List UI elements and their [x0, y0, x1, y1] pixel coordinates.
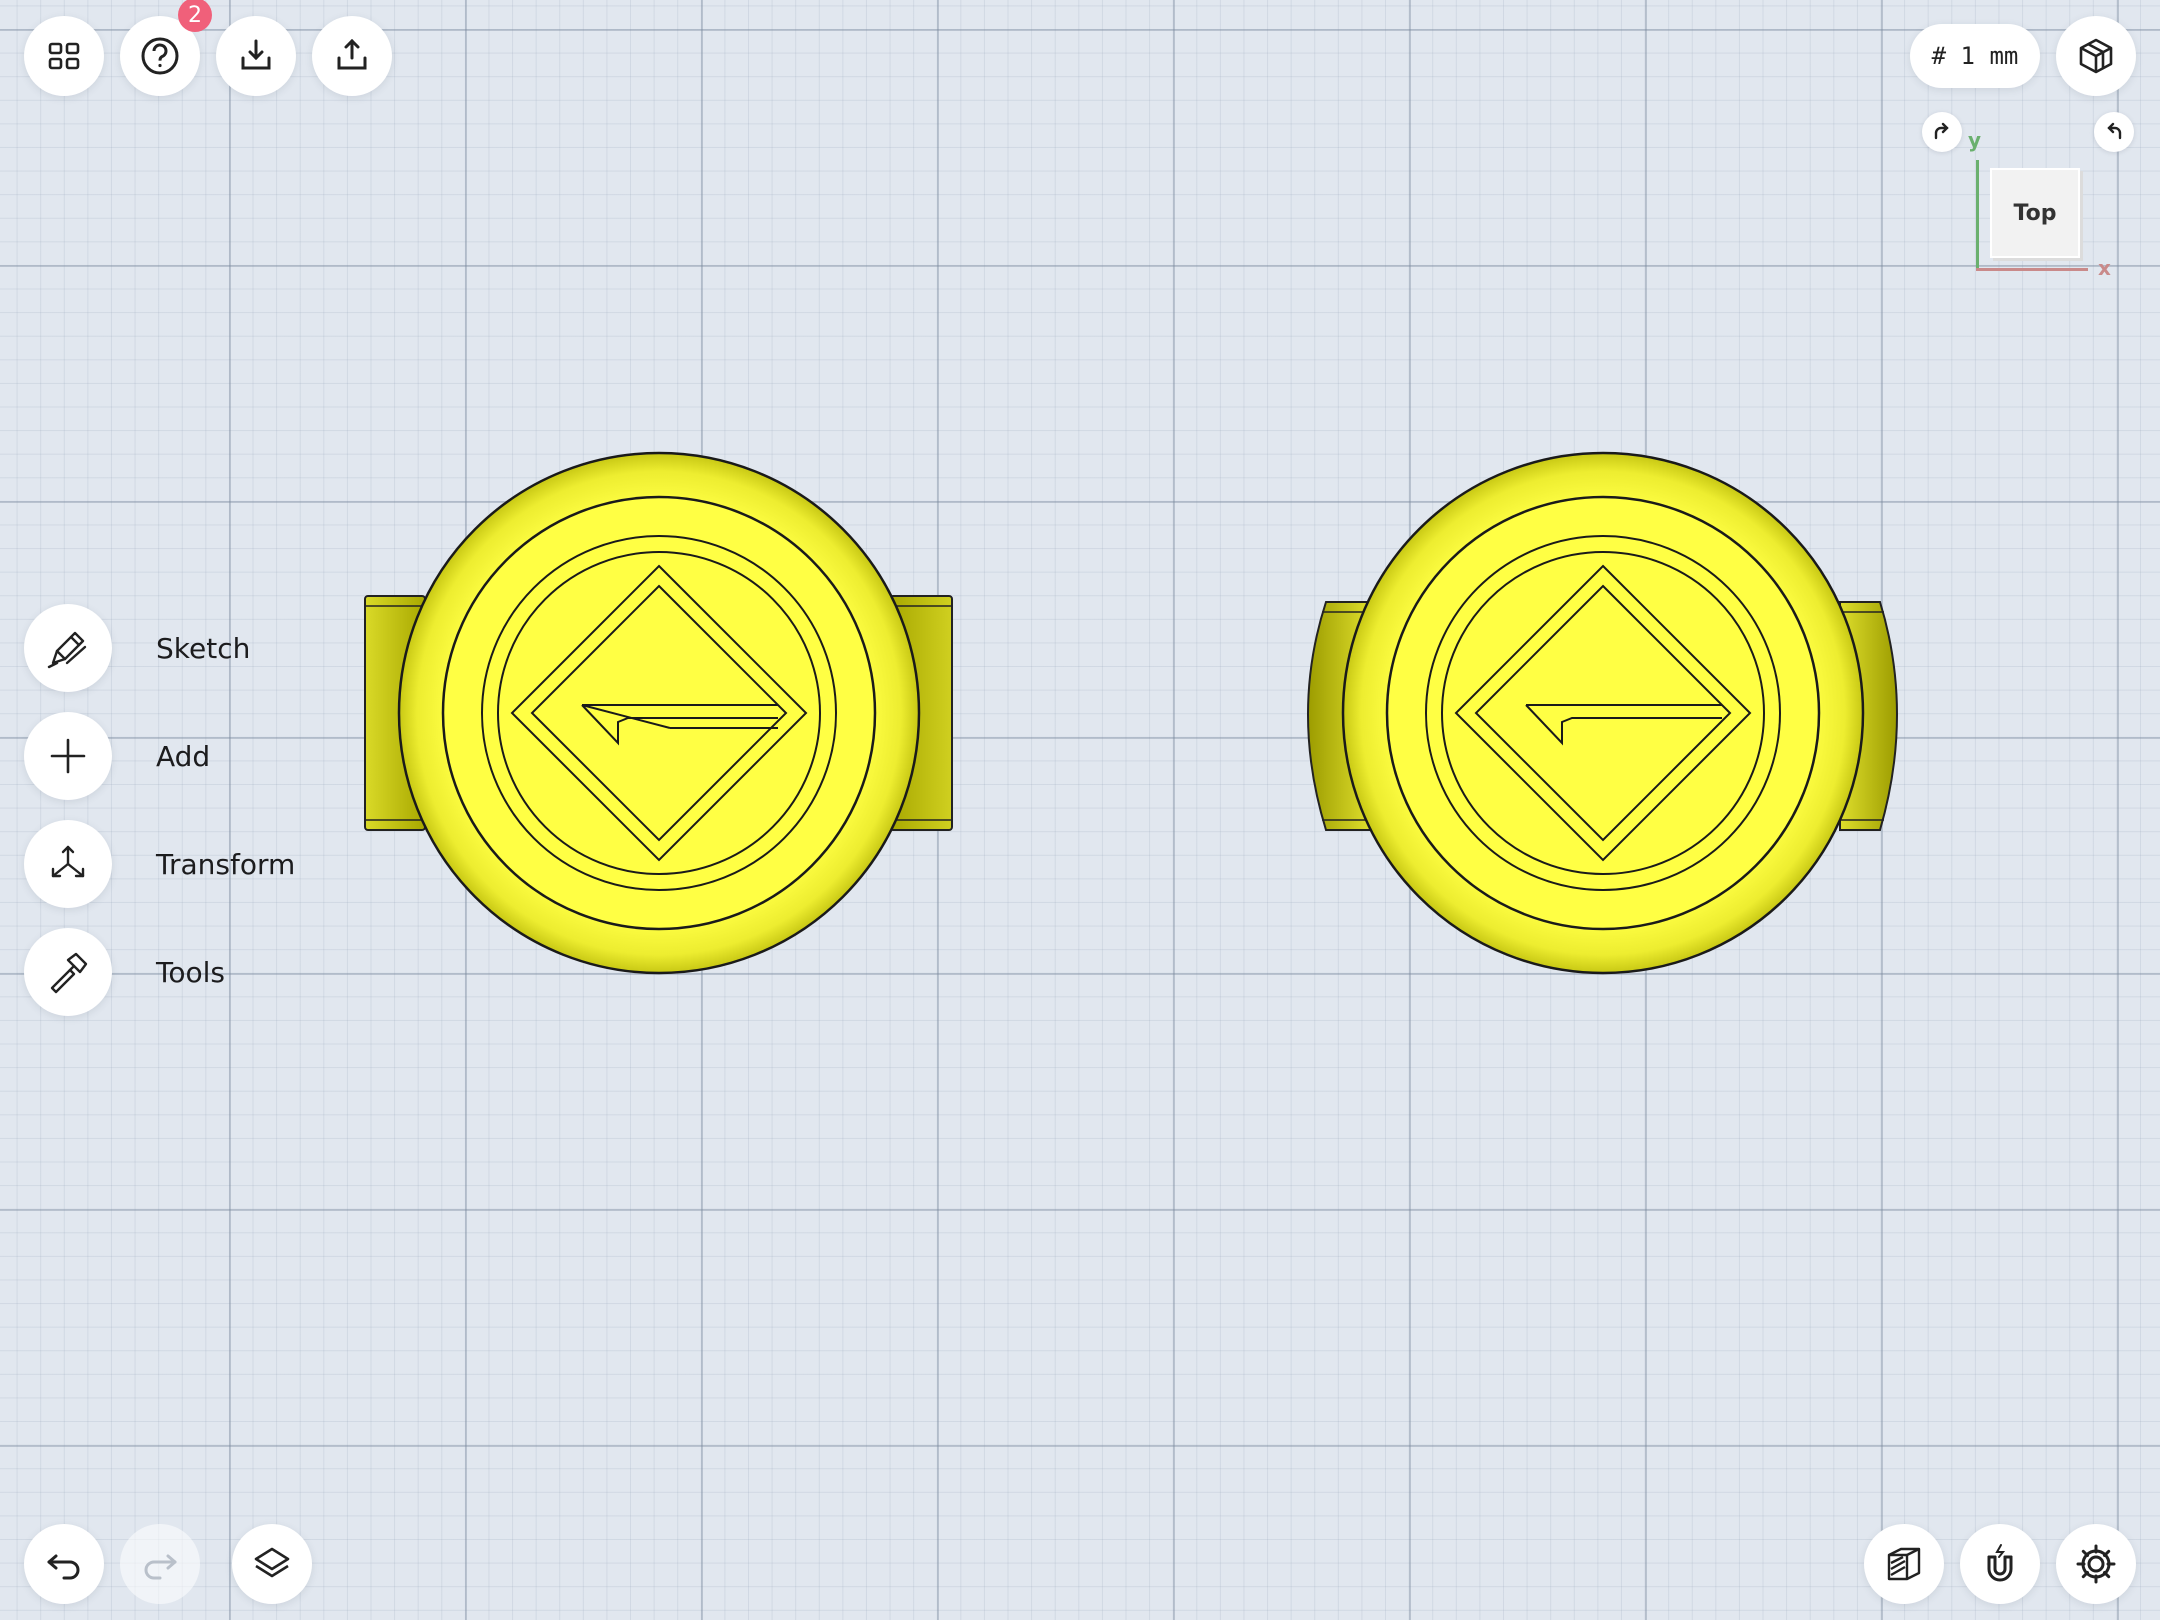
- snap-magnet-icon: [1979, 1543, 2021, 1585]
- hammer-icon: [46, 950, 90, 994]
- help-icon: [139, 35, 181, 77]
- tools-button[interactable]: [24, 928, 112, 1016]
- add-button[interactable]: [24, 712, 112, 800]
- grid-size-button[interactable]: # 1 mm: [1910, 24, 2040, 88]
- grid-size-label: # 1 mm: [1931, 42, 2019, 70]
- import-button[interactable]: [216, 16, 296, 96]
- rotate-cw-icon: [1932, 122, 1952, 142]
- rotate-view-cw-button[interactable]: [1922, 112, 1962, 152]
- settings-gear-icon: [2074, 1542, 2118, 1586]
- plus-icon: [48, 736, 88, 776]
- redo-button[interactable]: [120, 1524, 200, 1604]
- export-icon: [334, 38, 370, 74]
- side-item-transform[interactable]: Transform: [24, 819, 295, 909]
- export-button[interactable]: [312, 16, 392, 96]
- help-button[interactable]: 2: [120, 0, 212, 96]
- transform-label: Transform: [156, 847, 296, 881]
- side-item-add[interactable]: Add: [24, 711, 210, 801]
- view-cube-icon: [2076, 36, 2116, 76]
- layers-icon: [252, 1544, 292, 1584]
- pencil-icon: [45, 625, 91, 671]
- view-cube-button[interactable]: [2056, 16, 2136, 96]
- model-ring-left[interactable]: [360, 448, 960, 978]
- import-icon: [238, 38, 274, 74]
- sketch-label: Sketch: [156, 631, 251, 665]
- apps-grid-icon: [47, 39, 81, 73]
- undo-icon: [44, 1544, 84, 1584]
- snap-button[interactable]: [1960, 1524, 2040, 1604]
- transform-icon: [46, 842, 90, 886]
- sketch-button[interactable]: [24, 604, 112, 692]
- side-item-sketch[interactable]: Sketch: [24, 603, 250, 693]
- rotate-ccw-icon: [2104, 122, 2124, 142]
- model-ring-right[interactable]: [1300, 448, 1910, 978]
- x-axis-label: x: [2098, 256, 2111, 280]
- material-icon: [1883, 1543, 1925, 1585]
- help-badge: 2: [178, 0, 212, 32]
- y-axis-label: y: [1968, 128, 1982, 152]
- rotate-view-ccw-button[interactable]: [2094, 112, 2134, 152]
- view-cube-face-top[interactable]: Top: [1990, 168, 2080, 258]
- material-button[interactable]: [1864, 1524, 1944, 1604]
- layers-button[interactable]: [232, 1524, 312, 1604]
- settings-button[interactable]: [2056, 1524, 2136, 1604]
- redo-icon: [140, 1544, 180, 1584]
- transform-button[interactable]: [24, 820, 112, 908]
- add-label: Add: [156, 739, 211, 773]
- apps-button[interactable]: [24, 16, 104, 96]
- y-axis-line: [1976, 160, 1979, 270]
- x-axis-line: [1976, 268, 2088, 271]
- side-item-tools[interactable]: Tools: [24, 927, 225, 1017]
- undo-button[interactable]: [24, 1524, 104, 1604]
- view-cube-widget[interactable]: y x Top: [1968, 128, 2111, 280]
- tools-label: Tools: [156, 955, 225, 989]
